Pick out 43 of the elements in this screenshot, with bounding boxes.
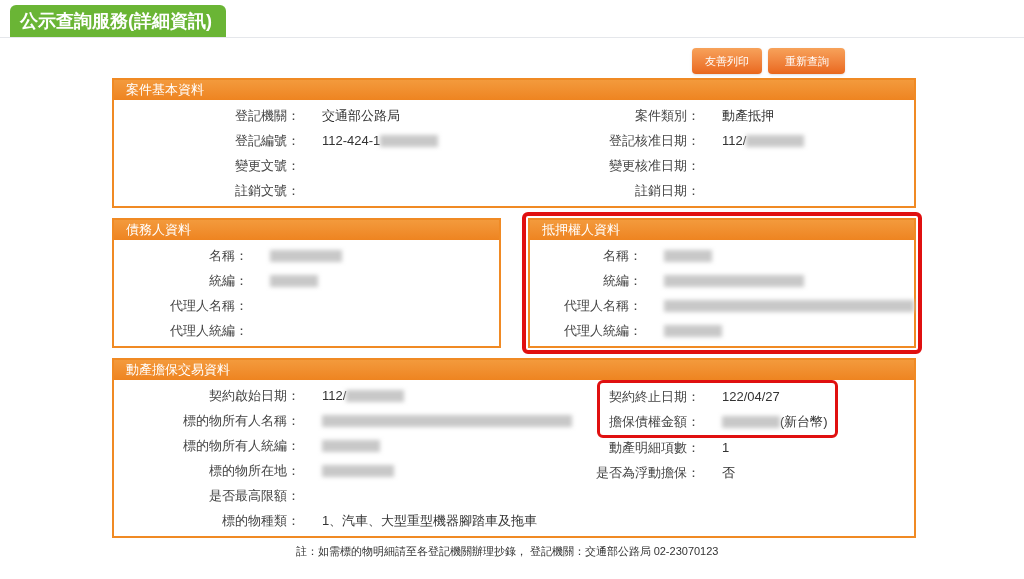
field-label: 代理人統編：: [562, 321, 642, 340]
field-value: 112-424-1: [322, 131, 381, 150]
section-header: 案件基本資料: [114, 80, 914, 100]
field-label: 標的物所有人名稱：: [182, 411, 300, 430]
section-header: 抵押權人資料: [529, 220, 914, 240]
field-value: (新台幣): [780, 412, 828, 431]
field-label: 標的物所有人統編：: [182, 436, 300, 455]
field-label: 註銷文號：: [234, 181, 300, 200]
field-value: 112/: [722, 131, 747, 150]
field-label: 契約啟始日期：: [208, 386, 300, 405]
field-label: 契約終止日期：: [608, 387, 700, 406]
field-label: 標的物所在地：: [208, 461, 300, 480]
field-label: 登記機關：: [234, 106, 300, 125]
field-label: 登記核准日期：: [608, 131, 700, 150]
field-value: 1、汽車、大型重型機器腳踏車及拖車: [322, 511, 538, 530]
field-label: 登記編號：: [234, 131, 300, 150]
field-label: 統編：: [601, 271, 642, 290]
field-label: 註銷日期：: [634, 181, 700, 200]
field-label: 名稱：: [601, 246, 642, 265]
field-value: 交通部公路局: [322, 106, 400, 125]
section-header: 債務人資料: [114, 220, 499, 240]
toolbar-button[interactable]: 重新查詢: [768, 48, 845, 74]
field-label: 是否最高限額：: [208, 486, 300, 505]
field-value: 1: [722, 438, 730, 457]
field-label: 案件類別：: [634, 106, 700, 125]
field-value: 動產抵押: [722, 106, 774, 125]
field-value: 否: [722, 463, 735, 482]
field-label: 名稱：: [208, 246, 248, 265]
field-label: 代理人統編：: [169, 321, 248, 340]
field-label: 是否為浮動擔保：: [595, 463, 700, 482]
section-header: 動產擔保交易資料: [114, 360, 914, 380]
field-value: 122/04/27: [722, 387, 780, 406]
field-label: 標的物種類：: [221, 511, 300, 530]
field-label: 變更文號：: [234, 156, 300, 175]
field-label: 統編：: [208, 271, 248, 290]
footnote: 註：如需標的物明細請至各登記機關辦理抄錄， 登記機關：交通部公路局 02-23070123: [294, 544, 720, 558]
field-label: 代理人名稱：: [562, 296, 642, 315]
field-label: 變更核准日期：: [608, 156, 700, 175]
toolbar-button[interactable]: 友善列印: [692, 48, 762, 74]
field-label: 代理人名稱：: [169, 296, 248, 315]
field-label: 動產明細項數：: [608, 438, 700, 457]
field-label: 擔保債權金額：: [608, 412, 700, 431]
field-value: 112/: [322, 386, 347, 405]
